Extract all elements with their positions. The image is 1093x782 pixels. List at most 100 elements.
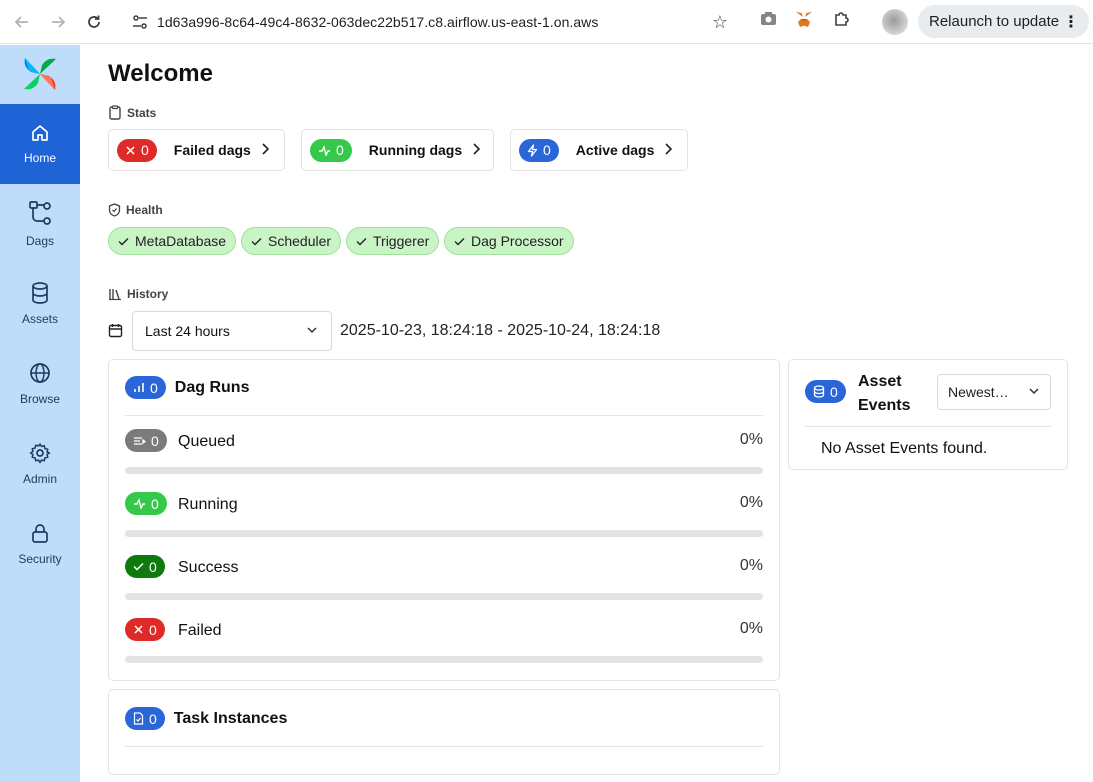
queued-badge: 0 [125, 429, 167, 452]
asset-events-title-line1: Asset [858, 373, 902, 390]
dag-runs-count-badge: 0 [125, 376, 166, 399]
running-dags-badge: 0 [310, 138, 352, 162]
sidebar-item-browse[interactable]: Browse [0, 344, 80, 424]
active-dags-card[interactable]: 0 Active dags [510, 129, 688, 171]
file-check-icon [133, 712, 144, 725]
success-label: Success [178, 559, 239, 576]
history-label-text: History [127, 287, 169, 301]
home-icon [32, 125, 48, 141]
dag-runs-panel: 0 Dag Runs 0 Queued 0% 0 Running 0% 0 Su… [108, 359, 780, 681]
chevron-right-icon [664, 142, 673, 158]
reload-icon[interactable] [80, 8, 108, 36]
health-label-text: Health [126, 203, 163, 217]
extensions-puzzle-icon[interactable] [833, 11, 850, 28]
lock-icon [32, 524, 48, 543]
calendar-icon [108, 324, 123, 338]
health-item-label: Triggerer [373, 233, 430, 249]
sort-value: Newest… [948, 384, 1009, 400]
health-section-label: Health [108, 203, 163, 217]
health-item-label: Dag Processor [471, 233, 564, 249]
health-scheduler-badge: Scheduler [241, 227, 342, 255]
activity-icon [134, 498, 145, 509]
x-icon [134, 625, 143, 634]
success-percent: 0% [739, 557, 763, 574]
running-progress-bar [125, 530, 763, 537]
sidebar-item-admin[interactable]: Admin [0, 424, 80, 504]
main-content: Welcome Stats 0 Failed dags 0 Running da… [80, 45, 1093, 782]
stats-label-text: Stats [127, 105, 157, 120]
url-text: 1d63a996-8c64-49c4-8632-063dec22b517.c8.… [157, 14, 599, 30]
running-dags-count: 0 [336, 142, 344, 158]
health-triggerer-badge: Triggerer [346, 227, 440, 255]
zap-icon [527, 143, 538, 157]
queued-label: Queued [178, 433, 235, 450]
profile-avatar[interactable] [882, 9, 908, 35]
history-section-label: History [108, 287, 168, 301]
queue-icon [134, 436, 146, 445]
address-bar[interactable]: 1d63a996-8c64-49c4-8632-063dec22b517.c8.… [120, 6, 742, 38]
check-icon [118, 237, 129, 245]
divider [125, 415, 763, 416]
sidebar: Home Dags Assets Browse Admin Security [0, 45, 80, 782]
health-dag-processor-badge: Dag Processor [444, 227, 574, 255]
activity-icon [319, 144, 330, 156]
clipboard-icon [109, 105, 121, 120]
stats-section-label: Stats [108, 105, 156, 120]
database-icon [32, 282, 48, 304]
camera-icon[interactable] [760, 11, 777, 26]
failed-percent: 0% [739, 620, 763, 637]
health-item-label: MetaDatabase [135, 233, 227, 249]
dags-icon [29, 201, 51, 225]
sidebar-item-security[interactable]: Security [0, 504, 80, 584]
failed-dags-badge: 0 [117, 138, 157, 162]
failed-dags-card[interactable]: 0 Failed dags [108, 129, 285, 171]
sidebar-item-assets[interactable]: Assets [0, 264, 80, 344]
failed-progress-bar [125, 656, 763, 663]
site-settings-icon[interactable] [132, 15, 148, 29]
task-instances-header: 0 Task Instances [125, 707, 287, 730]
page-title: Welcome [108, 60, 213, 87]
running-dags-card[interactable]: 0 Running dags [301, 129, 494, 171]
failed-dags-count: 0 [141, 142, 149, 158]
back-arrow-icon[interactable] [8, 8, 36, 36]
check-icon [251, 237, 262, 245]
check-icon [356, 237, 367, 245]
asset-events-panel: 0 Asset Events Newest… No Asset Events f… [788, 359, 1068, 470]
database-icon [813, 385, 825, 398]
divider [805, 426, 1051, 427]
time-range-text: 2025-10-23, 18:24:18 - 2025-10-24, 18:24… [340, 322, 661, 339]
queued-progress-bar [125, 467, 763, 474]
failed-label: Failed [178, 622, 222, 639]
time-range-select[interactable]: Last 24 hours [132, 311, 332, 351]
more-vert-icon[interactable]: ⋮ [1063, 12, 1079, 32]
sidebar-item-home[interactable]: Home [0, 104, 80, 184]
active-dags-count: 0 [543, 142, 551, 158]
gear-icon [29, 443, 51, 464]
success-badge: 0 [125, 555, 165, 578]
forward-arrow-icon[interactable] [44, 8, 72, 36]
sidebar-item-label: Home [23, 151, 56, 165]
health-item-label: Scheduler [268, 233, 332, 249]
metamask-fox-icon[interactable] [795, 11, 813, 28]
asset-events-sort-select[interactable]: Newest… [937, 374, 1051, 410]
dag-runs-title[interactable]: Dag Runs [175, 379, 250, 397]
sidebar-item-dags[interactable]: Dags [0, 184, 80, 264]
asset-events-count-badge: 0 [805, 380, 846, 403]
relaunch-button[interactable]: Relaunch to update ⋮ [918, 5, 1089, 38]
health-metadatabase-badge: MetaDatabase [108, 227, 237, 255]
running-label: Running [178, 496, 238, 513]
asset-events-title-line2: Events [858, 397, 911, 414]
airflow-logo[interactable] [21, 55, 59, 93]
sidebar-item-label: Admin [22, 472, 57, 486]
failed-count: 0 [149, 621, 157, 638]
asset-events-count: 0 [830, 383, 838, 400]
running-count: 0 [151, 495, 159, 512]
failed-dags-label: Failed dags [173, 142, 251, 158]
failed-badge: 0 [125, 618, 165, 641]
task-instances-count: 0 [149, 710, 157, 727]
check-icon [133, 562, 144, 571]
queued-count: 0 [151, 432, 159, 449]
task-instances-panel: 0 Task Instances [108, 689, 780, 775]
task-instances-title[interactable]: Task Instances [174, 710, 288, 728]
bookmark-star-icon[interactable]: ☆ [712, 12, 728, 33]
